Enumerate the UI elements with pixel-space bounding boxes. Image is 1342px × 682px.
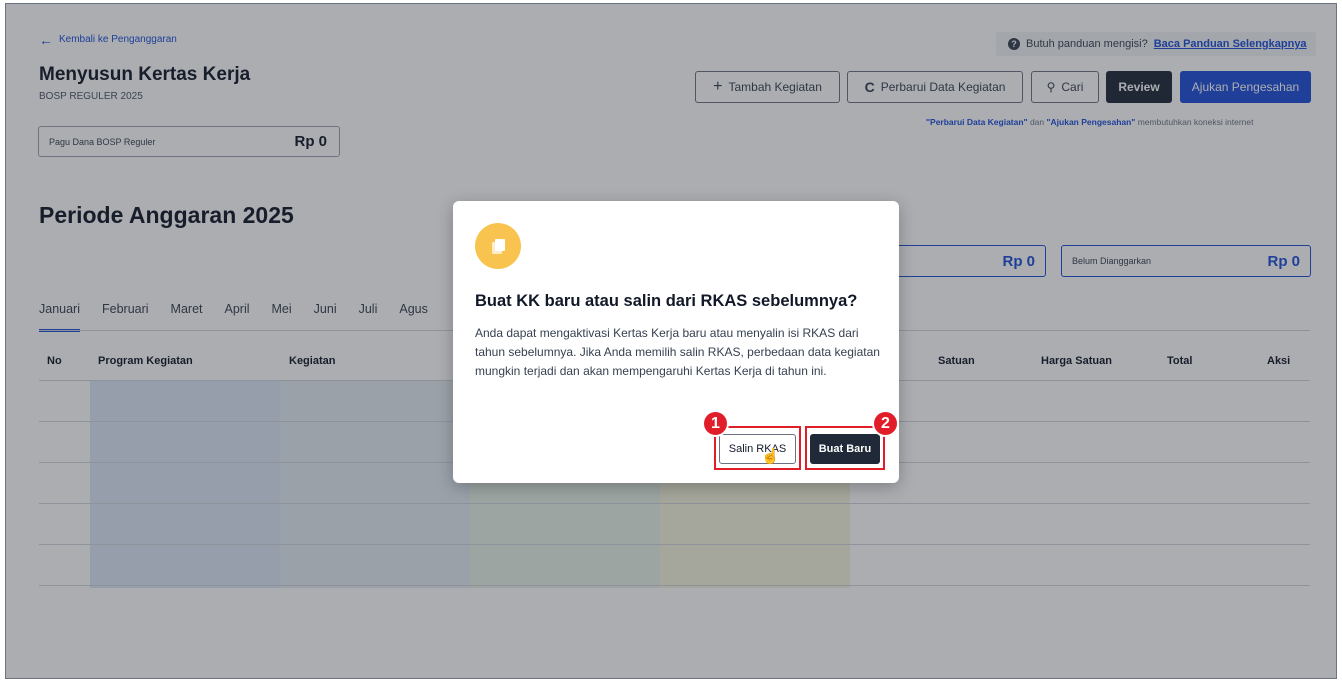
dialog-body: Anda dapat mengaktivasi Kertas Kerja bar… xyxy=(475,326,880,378)
annotation-badge-1: 1 xyxy=(702,410,729,437)
buat-baru-button[interactable]: Buat Baru xyxy=(810,434,880,464)
copy-document-icon xyxy=(475,223,521,269)
dialog-title: Buat KK baru atau salin dari RKAS sebelu… xyxy=(475,292,858,310)
salin-rkas-button[interactable]: Salin RKAS xyxy=(719,434,796,464)
annotation-badge-2: 2 xyxy=(872,410,899,437)
app-frame: ← Kembali ke Penganggaran Menyusun Kerta… xyxy=(5,3,1337,679)
create-kk-dialog: Buat KK baru atau salin dari RKAS sebelu… xyxy=(453,201,899,483)
hand-cursor-icon: ☝ xyxy=(761,448,780,465)
